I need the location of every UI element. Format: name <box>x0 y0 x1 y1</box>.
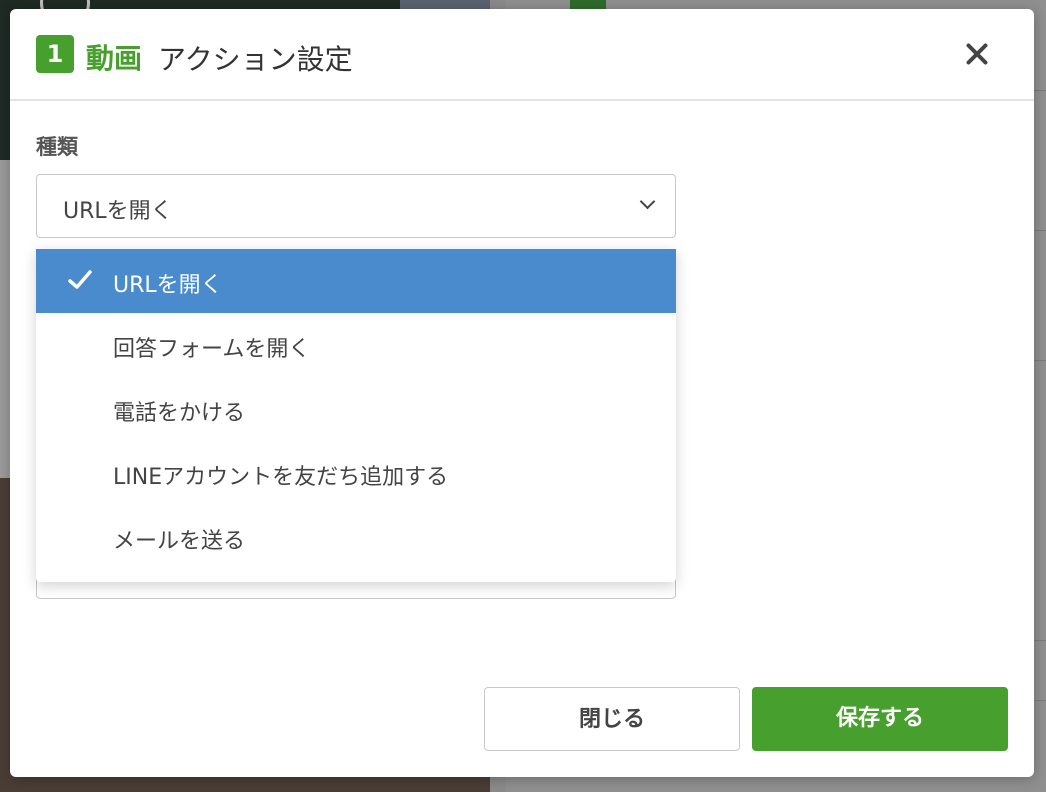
action-type-dropdown-menu: URLを開く 回答フォームを開く 電話をかける LINEアカウントを友だち追加す… <box>36 249 676 582</box>
modal-title: アクション設定 <box>158 43 353 76</box>
action-settings-modal: 1 動画 アクション設定 種類 URLを開く URLを開く 回答フォームを開く … <box>10 9 1034 777</box>
option-label: 回答フォームを開く <box>113 337 311 362</box>
option-send-email[interactable]: メールを送る <box>36 505 676 569</box>
close-icon[interactable] <box>960 37 994 71</box>
modal-header: 1 動画 アクション設定 <box>10 9 1034 101</box>
option-label: メールを送る <box>113 529 246 554</box>
option-label: URLを開く <box>113 273 223 298</box>
save-button[interactable]: 保存する <box>752 687 1008 751</box>
step-number-badge: 1 <box>36 35 74 73</box>
option-add-line-friend[interactable]: LINEアカウントを友だち追加する <box>36 441 676 505</box>
action-type-label: 種類 <box>36 135 78 159</box>
option-label: 電話をかける <box>113 401 246 426</box>
option-label: LINEアカウントを友だち追加する <box>113 465 449 490</box>
checkmark-icon <box>68 269 92 291</box>
option-open-url[interactable]: URLを開く <box>36 249 676 313</box>
element-type-label: 動画 <box>86 42 143 75</box>
chevron-down-icon <box>639 193 656 210</box>
action-type-select[interactable]: URLを開く <box>36 174 676 238</box>
option-make-call[interactable]: 電話をかける <box>36 377 676 441</box>
close-button[interactable]: 閉じる <box>484 687 740 751</box>
action-type-selected-value: URLを開く <box>63 199 173 224</box>
option-open-answer-form[interactable]: 回答フォームを開く <box>36 313 676 377</box>
